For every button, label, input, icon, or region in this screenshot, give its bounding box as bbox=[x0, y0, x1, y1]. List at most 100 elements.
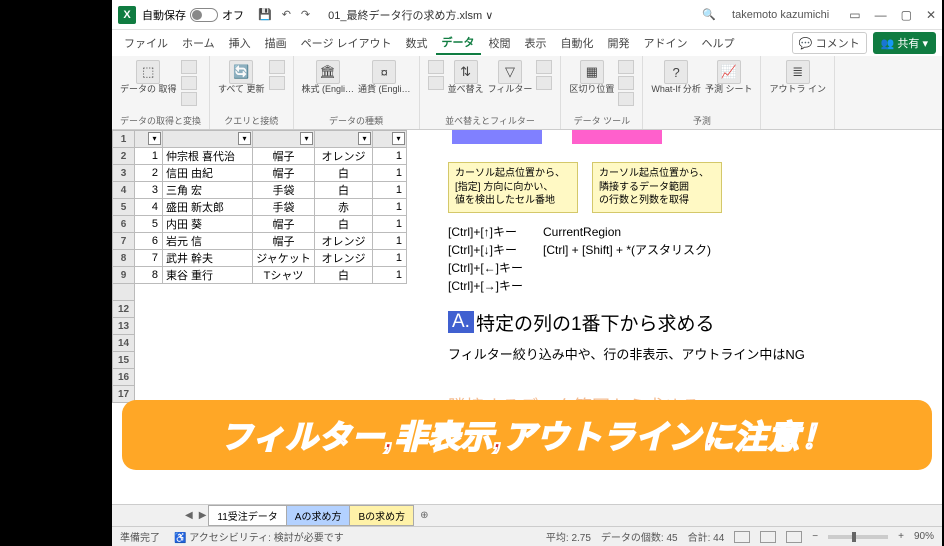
sheet-tab[interactable]: 11受注データ bbox=[208, 505, 286, 526]
tab-home[interactable]: ホーム bbox=[176, 32, 221, 54]
from-text-icon[interactable] bbox=[181, 60, 197, 74]
table-row: 43三角 宏手袋白1 bbox=[113, 182, 407, 199]
excel-icon: X bbox=[118, 6, 136, 24]
sort-desc-icon[interactable] bbox=[428, 76, 444, 90]
ribbon: ⬚データの 取得 データの取得と変換 🔄すべて 更新 クエリと接続 🏛株式 (E… bbox=[112, 56, 942, 130]
sort-button[interactable]: ⇅並べ替え bbox=[448, 60, 484, 95]
key-combos-left: [Ctrl]+[↑]キー [Ctrl]+[↓]キー [Ctrl]+[←]キー [… bbox=[448, 223, 523, 295]
section-heading: A. 特定の列の1番下から求める bbox=[448, 309, 928, 336]
banner-text: フィルター,非表示,アウトラインに注意！ bbox=[220, 412, 833, 458]
empty-row: 12 bbox=[113, 301, 407, 318]
sheet-nav-next-icon[interactable]: ▶ bbox=[196, 510, 210, 521]
tab-view[interactable]: 表示 bbox=[519, 32, 553, 54]
user-name[interactable]: takemoto kazumichi bbox=[732, 9, 829, 21]
share-button[interactable]: 👥 共有 ▾ bbox=[873, 32, 936, 54]
filter-dropdown-icon[interactable]: ▾ bbox=[392, 132, 405, 145]
status-sum: 合計: 44 bbox=[688, 529, 725, 544]
ribbon-group-datatools: ▦区切り位置 データ ツール bbox=[561, 56, 643, 129]
filter-dropdown-icon[interactable]: ▾ bbox=[358, 132, 371, 145]
tab-developer[interactable]: 開発 bbox=[602, 32, 636, 54]
status-ready: 準備完了 bbox=[120, 529, 160, 544]
comments-button[interactable]: 💬 コメント bbox=[792, 32, 867, 54]
from-web-icon[interactable] bbox=[181, 76, 197, 90]
redo-icon[interactable]: ↷ bbox=[301, 8, 310, 21]
tab-pagelayout[interactable]: ページ レイアウト bbox=[295, 32, 398, 54]
view-pagebreak-icon[interactable] bbox=[786, 531, 802, 543]
ribbon-group-queries: 🔄すべて 更新 クエリと接続 bbox=[210, 56, 294, 129]
ribbon-group-forecast: ?What-If 分析 📈予測 シート 予測 bbox=[643, 56, 761, 129]
empty-row: 13 bbox=[113, 318, 407, 335]
menubar: ファイル ホーム 挿入 描画 ページ レイアウト 数式 データ 校閲 表示 自動… bbox=[112, 30, 942, 56]
explanation-pane: カーソル起点位置から、 [指定] 方向に向かい、 値を検出したセル番地 カーソル… bbox=[448, 136, 928, 419]
tab-file[interactable]: ファイル bbox=[118, 32, 174, 54]
filter-dropdown-icon[interactable]: ▾ bbox=[148, 132, 161, 145]
empty-row: 15 bbox=[113, 352, 407, 369]
key-combos-right: CurrentRegion [Ctrl] + [Shift] + *(アスタリス… bbox=[543, 223, 711, 295]
heading-text: 特定の列の1番下から求める bbox=[476, 309, 715, 336]
add-sheet-icon[interactable]: ⊕ bbox=[414, 510, 434, 521]
get-data-button[interactable]: ⬚データの 取得 bbox=[120, 60, 177, 95]
ribbon-mode-icon[interactable]: ▭ bbox=[849, 8, 860, 22]
sort-asc-icon[interactable] bbox=[428, 60, 444, 74]
autosave-state: オフ bbox=[222, 7, 244, 23]
filter-dropdown-icon[interactable]: ▾ bbox=[300, 132, 313, 145]
from-table-icon[interactable] bbox=[181, 92, 197, 106]
sticky-note-right: カーソル起点位置から、 隣接するデータ範囲 の行数と列数を取得 bbox=[592, 162, 722, 213]
ribbon-group-sortfilter: ⇅並べ替え ▽フィルター 並べ替えとフィルター bbox=[420, 56, 562, 129]
filter-dropdown-icon[interactable]: ▾ bbox=[238, 132, 251, 145]
filter-button[interactable]: ▽フィルター bbox=[488, 60, 533, 95]
tab-data[interactable]: データ bbox=[436, 31, 481, 55]
tab-review[interactable]: 校閲 bbox=[483, 32, 517, 54]
table-row: 54盛田 新太郎手袋赤1 bbox=[113, 199, 407, 216]
text-to-columns-button[interactable]: ▦区切り位置 bbox=[569, 60, 614, 95]
table-row: 98東谷 重行Tシャツ白1 bbox=[113, 267, 407, 284]
zoom-in-icon[interactable]: + bbox=[898, 531, 904, 542]
minimize-icon[interactable]: — bbox=[875, 8, 887, 22]
sticky-note-left: カーソル起点位置から、 [指定] 方向に向かい、 値を検出したセル番地 bbox=[448, 162, 578, 213]
currency-button[interactable]: ¤通貨 (Engli… bbox=[358, 60, 411, 95]
tab-automate[interactable]: 自動化 bbox=[555, 32, 600, 54]
stocks-button[interactable]: 🏛株式 (Engli… bbox=[302, 60, 355, 95]
search-icon[interactable]: 🔍 bbox=[702, 8, 716, 21]
table-row: 21仲宗根 喜代治帽子オレンジ1 bbox=[113, 148, 407, 165]
heading-badge: A. bbox=[448, 311, 474, 333]
empty-row bbox=[113, 284, 407, 301]
autosave-toggle[interactable]: 自動保存 オフ bbox=[142, 7, 244, 23]
sheet-tab[interactable]: Aの求め方 bbox=[286, 505, 351, 526]
view-pagelayout-icon[interactable] bbox=[760, 531, 776, 543]
maximize-icon[interactable]: ▢ bbox=[901, 8, 912, 22]
forecast-sheet-button[interactable]: 📈予測 シート bbox=[705, 60, 753, 95]
status-accessibility[interactable]: ♿ アクセシビリティ: 検討が必要です bbox=[174, 529, 344, 544]
ribbon-group-getdata: ⬚データの 取得 データの取得と変換 bbox=[112, 56, 210, 129]
zoom-level[interactable]: 90% bbox=[914, 531, 934, 542]
zoom-slider[interactable] bbox=[828, 535, 888, 539]
undo-icon[interactable]: ↶ bbox=[282, 8, 291, 21]
tab-draw[interactable]: 描画 bbox=[259, 32, 293, 54]
table-row: 32信田 由紀帽子白1 bbox=[113, 165, 407, 182]
data-table[interactable]: 1 ▾ ▾ ▾ ▾ ▾ 21仲宗根 喜代治帽子オレンジ1 32信田 由紀帽子白1… bbox=[112, 130, 407, 403]
save-icon[interactable]: 💾 bbox=[258, 8, 272, 21]
tab-formulas[interactable]: 数式 bbox=[400, 32, 434, 54]
tab-insert[interactable]: 挿入 bbox=[223, 32, 257, 54]
ribbon-group-outline: ≣アウトラ イン bbox=[761, 56, 835, 129]
overlay-banner: フィルター,非表示,アウトラインに注意！ bbox=[122, 400, 932, 470]
zoom-out-icon[interactable]: − bbox=[812, 531, 818, 542]
sheet-nav-prev-icon[interactable]: ◀ bbox=[182, 510, 196, 521]
table-row: 87武井 幹夫ジャケットオレンジ1 bbox=[113, 250, 407, 267]
outline-button[interactable]: ≣アウトラ イン bbox=[769, 60, 826, 95]
titlebar: X 自動保存 オフ 💾 ↶ ↷ 01_最終データ行の求め方.xlsm ∨ 🔍 t… bbox=[112, 0, 942, 30]
toggle-icon[interactable] bbox=[190, 8, 218, 22]
close-icon[interactable]: ✕ bbox=[926, 8, 936, 22]
status-count: データの個数: 45 bbox=[601, 529, 678, 544]
filename[interactable]: 01_最終データ行の求め方.xlsm ∨ bbox=[328, 7, 493, 23]
quick-access-toolbar: 💾 ↶ ↷ bbox=[258, 8, 310, 21]
table-row: 76岩元 信帽子オレンジ1 bbox=[113, 233, 407, 250]
ribbon-group-datatypes: 🏛株式 (Engli… ¤通貨 (Engli… データの種類 bbox=[294, 56, 420, 129]
sheet-tab[interactable]: Bの求め方 bbox=[349, 505, 414, 526]
tab-help[interactable]: ヘルプ bbox=[696, 32, 741, 54]
sheet-tabs: ◀ ▶ 11受注データ Aの求め方 Bの求め方 ⊕ bbox=[112, 504, 942, 526]
view-normal-icon[interactable] bbox=[734, 531, 750, 543]
whatif-button[interactable]: ?What-If 分析 bbox=[651, 60, 701, 95]
refresh-all-button[interactable]: 🔄すべて 更新 bbox=[218, 60, 265, 95]
tab-addins[interactable]: アドイン bbox=[638, 32, 694, 54]
